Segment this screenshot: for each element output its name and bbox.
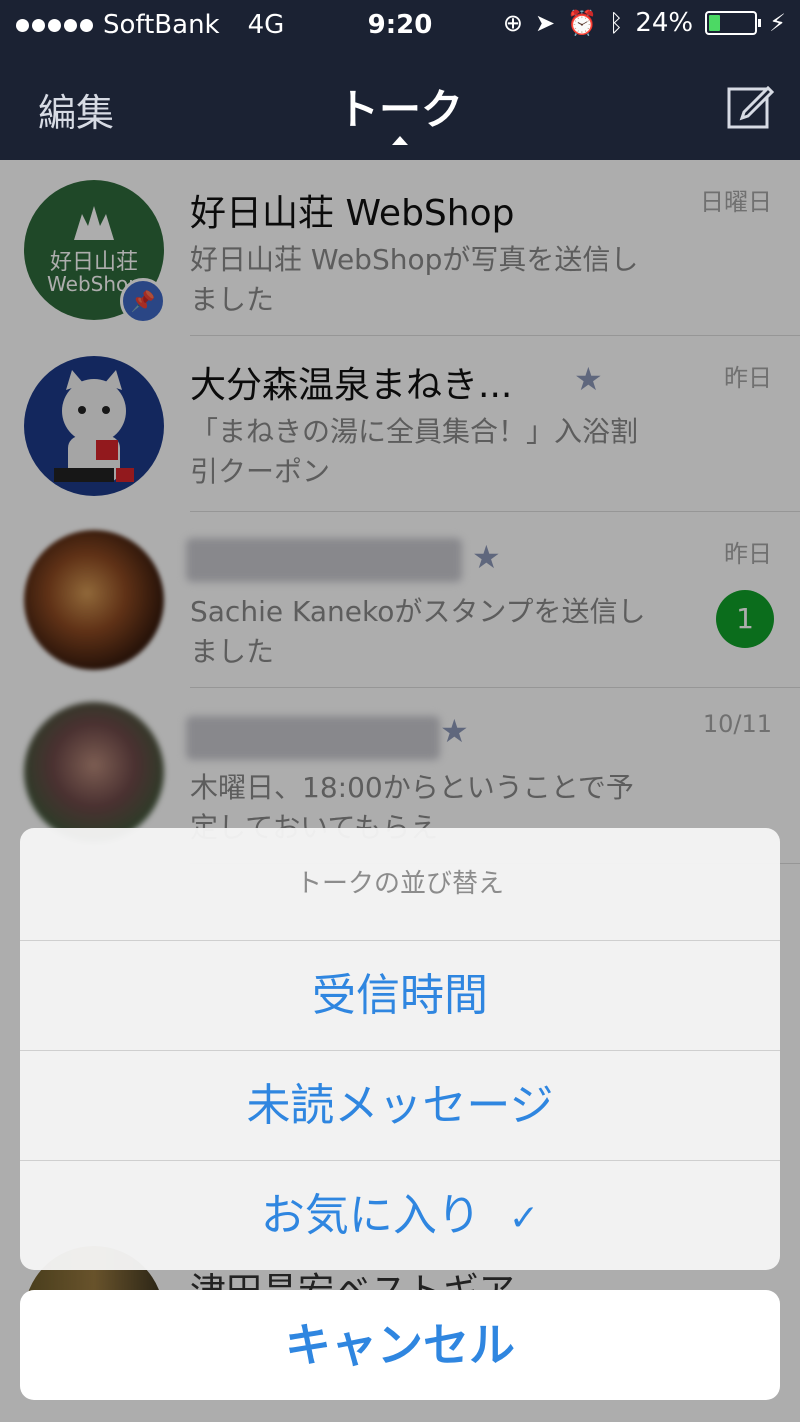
bluetooth-icon: ᛒ bbox=[608, 9, 624, 37]
sort-option-favorites[interactable]: お気に入り ✓ bbox=[20, 1160, 780, 1270]
cancel-button[interactable]: キャンセル bbox=[20, 1290, 780, 1400]
option-label: 受信時間 bbox=[312, 970, 488, 1021]
sort-option-unread[interactable]: 未読メッセージ bbox=[20, 1050, 780, 1160]
option-label: お気に入り bbox=[260, 1190, 481, 1241]
charging-bolt-icon: ⚡ bbox=[769, 9, 786, 37]
nav-bar: 編集 トーク bbox=[0, 50, 800, 160]
sort-action-sheet: トークの並び替え 受信時間 未読メッセージ お気に入り ✓ bbox=[20, 828, 780, 1270]
alarm-icon: ⏰ bbox=[567, 9, 597, 37]
status-icons: ⊕ ➤ ⏰ ᛒ 24% ⚡ bbox=[503, 8, 786, 38]
option-label: 未読メッセージ bbox=[246, 1080, 554, 1131]
battery-fill bbox=[709, 15, 721, 31]
sort-option-received-time[interactable]: 受信時間 bbox=[20, 940, 780, 1050]
title-caret-icon bbox=[392, 136, 408, 145]
action-sheet-title: トークの並び替え bbox=[295, 869, 504, 899]
battery-percent: 24% bbox=[635, 8, 694, 38]
status-bar: SoftBank 4G 9:20 ⊕ ➤ ⏰ ᛒ 24% ⚡ bbox=[0, 0, 800, 50]
compose-icon[interactable] bbox=[726, 82, 774, 130]
battery-icon bbox=[705, 11, 762, 35]
page-title[interactable]: トーク bbox=[0, 76, 800, 137]
location-arrow-icon: ➤ bbox=[534, 9, 556, 37]
rotation-lock-icon: ⊕ bbox=[502, 9, 523, 37]
checkmark-icon: ✓ bbox=[508, 1198, 540, 1239]
